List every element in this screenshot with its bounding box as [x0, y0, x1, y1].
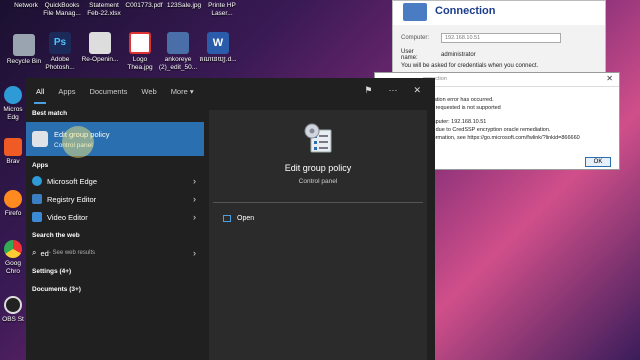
- desktop-icon-label: ankoreye (2)_edit_50...: [158, 56, 198, 71]
- desktop-icon-label: Adobe Photosh...: [45, 56, 75, 71]
- desktop-icon-statement[interactable]: Statement Feb-22.xlsx: [82, 2, 126, 18]
- open-action[interactable]: Open: [223, 215, 254, 222]
- rdp-username-label: User name:: [401, 49, 418, 61]
- tab-apps[interactable]: Apps: [58, 87, 75, 96]
- desktop-icon-chrome[interactable]: Goog Chro: [2, 240, 24, 276]
- search-header-icons: ⚑ ··· ✕: [364, 85, 421, 96]
- desktop-icon-label: Firefo: [4, 210, 22, 217]
- close-icon[interactable]: ✕: [606, 74, 613, 83]
- chevron-right-icon[interactable]: ›: [193, 194, 196, 204]
- edge-icon: [32, 176, 42, 186]
- app-label: Microsoft Edge: [47, 176, 98, 186]
- app-item-registry-editor[interactable]: Registry Editor ›: [26, 190, 204, 208]
- registry-icon: [32, 194, 42, 204]
- group-policy-icon: [304, 123, 332, 153]
- web-suffix: - See web results: [48, 250, 96, 256]
- desktop-icon-printer[interactable]: Printe HP Laser...: [200, 2, 244, 18]
- recycle-bin-icon: [13, 34, 35, 56]
- desktop-icon-edge[interactable]: Micros Edg: [2, 86, 24, 122]
- preview-title: Edit group policy: [284, 163, 352, 173]
- open-icon: [223, 215, 231, 222]
- cursor-highlight: [62, 126, 94, 158]
- image-file-icon: [89, 32, 111, 54]
- desktop-icon-quickbooks[interactable]: QuickBooks File Manag...: [40, 2, 84, 18]
- close-icon[interactable]: ✕: [413, 85, 421, 96]
- tab-web[interactable]: Web: [141, 87, 156, 96]
- image-file-icon: [167, 32, 189, 54]
- desktop-icon-label: Re-Openin...: [81, 56, 119, 63]
- error-line: mputer: 192.168.10.51: [431, 119, 487, 125]
- ok-button[interactable]: OK: [585, 157, 611, 167]
- group-policy-icon: [32, 131, 48, 147]
- open-label: Open: [237, 215, 255, 222]
- chevron-right-icon[interactable]: ›: [193, 212, 196, 222]
- best-match-item[interactable]: Edit group policy Control panel: [26, 122, 204, 156]
- rdp-computer-row: Computer: 192.168.10.51: [401, 33, 561, 43]
- app-label: Registry Editor: [47, 194, 97, 204]
- desktop-icon-label: Brav: [6, 158, 20, 165]
- documents-header[interactable]: Documents (3+): [32, 286, 81, 293]
- tab-all[interactable]: All: [33, 87, 47, 104]
- desktop-icon-label: C001773.pdf: [125, 2, 163, 9]
- remote-desktop-window: Connection Computer: 192.168.10.51 User …: [392, 0, 606, 74]
- desktop-icon-label: Printe HP Laser...: [208, 2, 236, 17]
- desktop-icon-obs[interactable]: OBS St: [2, 296, 24, 324]
- search-icon: ⌕: [32, 248, 37, 257]
- word-icon: W: [207, 32, 229, 54]
- web-query: ed: [40, 248, 49, 258]
- web-result-item[interactable]: ⌕ ed - See web results ›: [26, 244, 204, 262]
- remote-desktop-icon: [403, 3, 427, 21]
- preview-subtitle: Control panel: [298, 178, 338, 185]
- apps-header: Apps: [32, 162, 49, 169]
- tab-more[interactable]: More ▾: [171, 87, 194, 96]
- rdp-header: Connection: [393, 1, 605, 25]
- desktop-icon-brave[interactable]: Brav: [2, 138, 24, 166]
- chevron-right-icon[interactable]: ›: [193, 176, 196, 186]
- desktop-icon-label: Goog Chro: [5, 260, 21, 275]
- desktop-icon-firefox[interactable]: Firefo: [2, 190, 24, 218]
- rdp-computer-input[interactable]: 192.168.10.51: [441, 33, 561, 43]
- app-item-video-editor[interactable]: Video Editor ›: [26, 208, 204, 226]
- obs-icon: [4, 296, 22, 314]
- results-list: Best match Edit group policy Control pan…: [26, 104, 206, 360]
- image-file-icon: [129, 32, 151, 54]
- photoshop-icon: Ps: [49, 32, 71, 54]
- edge-icon: [4, 86, 22, 104]
- desktop-icon-ankoreye[interactable]: ankoreye (2)_edit_50...: [156, 32, 200, 72]
- app-label: Video Editor: [47, 212, 88, 222]
- feedback-icon[interactable]: ⚑: [364, 85, 372, 96]
- more-options-icon[interactable]: ···: [388, 85, 397, 96]
- rdp-title: Connection: [435, 5, 496, 17]
- preview-divider: [213, 202, 423, 203]
- desktop-icon-photoshop[interactable]: Ps Adobe Photosh...: [38, 32, 82, 72]
- error-line: cation error has occurred.: [431, 97, 494, 103]
- desktop-icon-label: OBS St: [2, 316, 24, 323]
- error-line: formation, see https://go.microsoft.com/…: [431, 135, 580, 141]
- rdp-username-value: administrator: [441, 52, 476, 58]
- error-line: n requested is not supported: [431, 105, 501, 111]
- rdp-computer-label: Computer:: [401, 35, 430, 41]
- brave-icon: [4, 138, 22, 156]
- settings-header[interactable]: Settings (4+): [32, 268, 71, 275]
- rdp-note: You will be asked for credentials when y…: [401, 63, 539, 69]
- best-match-header: Best match: [32, 110, 68, 117]
- desktop-icon-reopening[interactable]: Re-Openin...: [78, 32, 122, 64]
- error-line: e due to CredSSP encryption oracle remed…: [431, 127, 551, 133]
- video-editor-icon: [32, 212, 42, 222]
- desktop-icon-label: QuickBooks File Manag...: [43, 2, 81, 17]
- start-search-panel: All Apps Documents Web More ▾ ⚑ ··· ✕ Be…: [26, 78, 435, 360]
- desktop-icon-word-doc[interactable]: W គណនេយ្យ.d...: [196, 32, 240, 64]
- chrome-icon: [4, 240, 22, 258]
- firefox-icon: [4, 190, 22, 208]
- preview-pane: Edit group policy Control panel Open: [209, 110, 427, 360]
- tab-documents[interactable]: Documents: [89, 87, 127, 96]
- desktop-icon-label: Statement Feb-22.xlsx: [87, 2, 121, 17]
- desktop-icon-label: Micros Edg: [3, 106, 23, 121]
- desktop-icon-pdf[interactable]: C001773.pdf: [122, 2, 166, 10]
- rdp-username-row: User name: administrator: [401, 49, 476, 61]
- search-web-header: Search the web: [32, 232, 80, 239]
- desktop-icon-label: គណនេយ្យ.d...: [199, 56, 237, 63]
- app-item-microsoft-edge[interactable]: Microsoft Edge ›: [26, 172, 204, 190]
- chevron-right-icon[interactable]: ›: [193, 248, 196, 258]
